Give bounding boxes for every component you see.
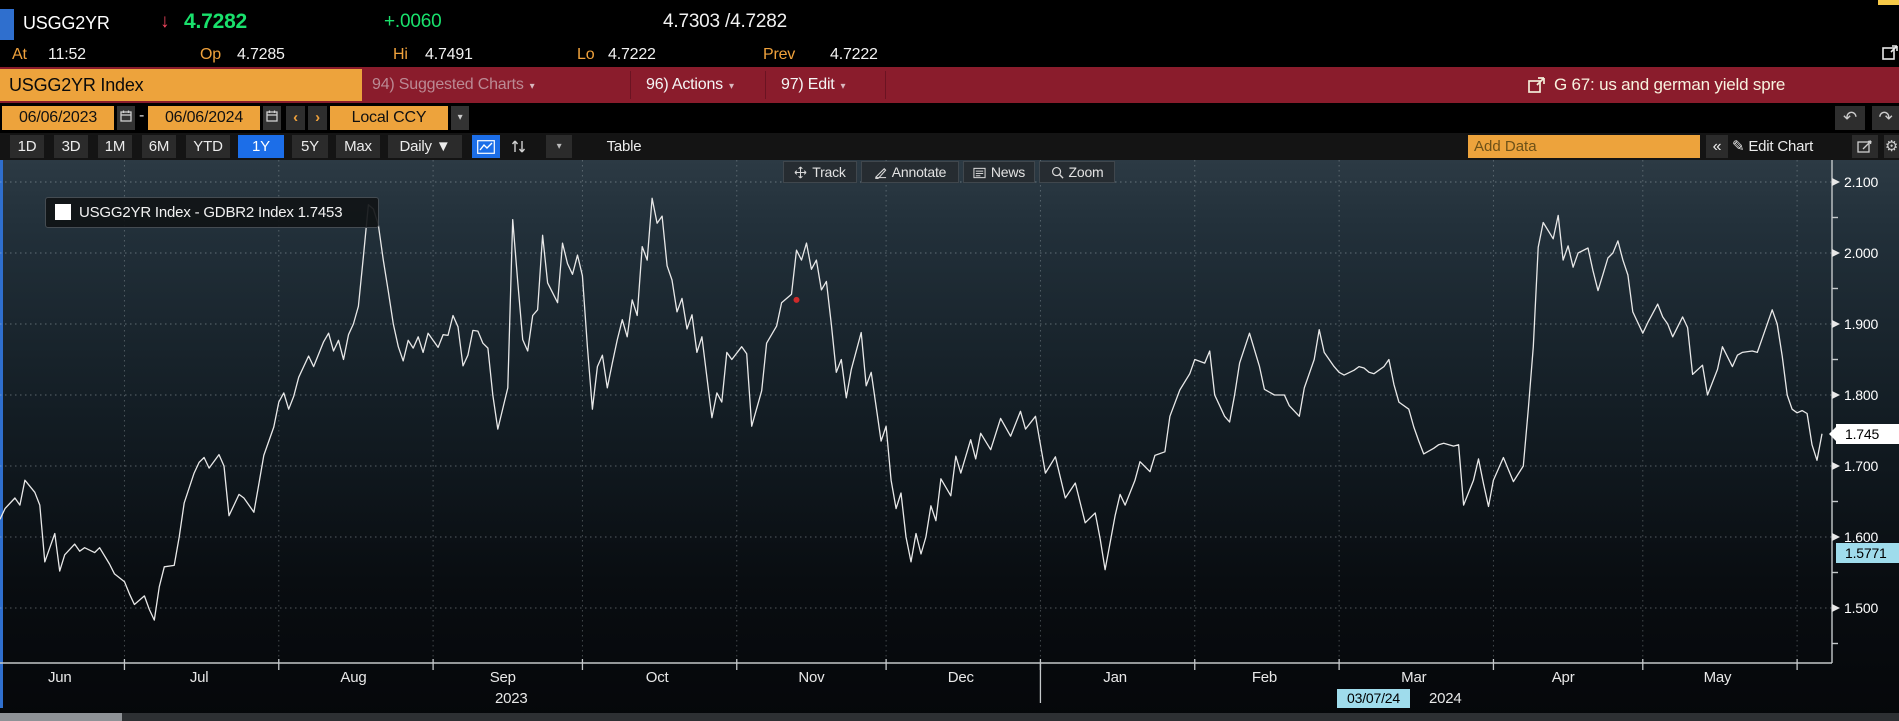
legend-label: USGG2YR Index - GDBR2 Index 1.7453 [79,204,343,221]
calendar-icon[interactable] [117,106,135,130]
open-value: 4.7285 [237,46,285,63]
ticker-symbol: USGG2YR [23,13,110,33]
chevron-down-icon: ▾ [529,81,535,92]
add-data-input[interactable] [1468,135,1700,158]
bars-icon[interactable] [506,135,532,158]
line-chart-icon[interactable] [472,135,500,158]
track-button[interactable]: Track [783,161,857,183]
hi-label: Hi [393,46,408,63]
menu-suggested-charts[interactable]: 94) Suggested Charts ▾ [372,67,535,103]
chart-plot-area[interactable] [0,160,1899,721]
menu-divider [765,71,766,99]
date-range-dash: - [139,107,145,124]
annotate-button[interactable]: Annotate [861,161,959,183]
pencil-icon: ✎ [1732,138,1745,155]
price-change: +.0060 [384,11,442,32]
highlighted-date-tag: 03/07/24 [1337,689,1410,708]
range-1d[interactable]: 1D [10,135,44,158]
chart-type-caret[interactable]: ▾ [546,135,572,158]
prev-value: 4.7222 [830,46,878,63]
date-to-input[interactable]: 06/06/2024 [148,106,260,130]
low-value: 4.7222 [608,46,656,63]
function-menu-bar: USGG2YR Index 94) Suggested Charts ▾ 96) … [0,67,1899,103]
high-value: 4.7491 [425,46,473,63]
table-button[interactable]: Table [598,135,650,158]
range-ytd[interactable]: YTD [186,135,230,158]
chevron-down-icon: ▾ [840,81,846,92]
date-controls-row: 06/06/2023 - 06/06/2024 ‹ › Local CCY ▾ … [0,103,1899,133]
range-6m[interactable]: 6M [142,135,176,158]
redo-icon[interactable]: ↷ [1872,106,1899,130]
bloomberg-terminal-window: USGG2YR ↓ 4.7282 +.0060 4.7303 /4.7282 A… [0,0,1899,721]
menu-divider [885,71,886,99]
quote-row: USGG2YR ↓ 4.7282 +.0060 4.7303 /4.7282 [0,0,1899,45]
security-input[interactable]: USGG2YR Index [0,69,362,101]
menu-actions[interactable]: 96) Actions ▾ [646,67,734,103]
chart-tab-title: G 67: us and german yield spre [1554,75,1786,94]
down-arrow-icon: ↓ [160,11,170,32]
prev-label: Prev [763,46,796,63]
news-button[interactable]: News [963,161,1035,183]
last-value-tag: 1.745 [1829,423,1899,444]
date-from-input[interactable]: 06/06/2023 [2,106,114,130]
at-time: 11:52 [48,46,86,63]
window-bottom-divider [0,713,1899,721]
ohlc-row: At 11:52 Op 4.7285 Hi 4.7491 Lo 4.7222 P… [0,45,1899,67]
plot-left-accent [0,160,3,708]
zoom-button[interactable]: Zoom [1039,161,1115,183]
security-color-key [0,9,14,40]
year-label-2024: 2024 [1429,690,1462,707]
last-price: 4.7282 [184,10,248,33]
currency-dropdown-caret[interactable]: ▾ [451,106,469,130]
undo-icon[interactable]: ↶ [1835,106,1865,130]
launch-icon[interactable] [1528,76,1546,99]
shift-back-button[interactable]: ‹ [286,106,305,130]
menu-edit[interactable]: 97) Edit ▾ [781,67,846,103]
currency-select[interactable]: Local CCY [330,106,448,130]
low-value-tag: 1.5771 [1836,543,1899,564]
calendar-icon[interactable] [263,106,281,130]
chart-toolbar-row: 1D 3D 1M 6M YTD 1Y 5Y Max Daily ▼ ▾ Tabl… [0,133,1899,160]
at-label: At [12,46,27,63]
popout-icon[interactable] [1882,44,1899,66]
menu-divider [630,71,631,99]
period-select[interactable]: Daily ▼ [388,135,462,158]
gear-icon[interactable]: ⚙ [1884,135,1899,158]
range-5y[interactable]: 5Y [292,135,328,158]
year-label-2023: 2023 [495,690,528,707]
op-label: Op [200,46,221,63]
legend-swatch [55,204,71,220]
lo-label: Lo [577,46,595,63]
range-1m[interactable]: 1M [98,135,132,158]
window-bottom-divider-handle[interactable] [0,713,122,721]
range-1y-active[interactable]: 1Y [238,135,284,158]
chevron-down-icon: ▾ [728,81,734,92]
range-3d[interactable]: 3D [54,135,88,158]
range-max[interactable]: Max [336,135,380,158]
chart-legend[interactable]: USGG2YR Index - GDBR2 Index 1.7453 [45,197,379,228]
window-accent [1878,0,1899,5]
shift-forward-button[interactable]: › [308,106,327,130]
bid-ask: 4.7303 /4.7282 [663,11,787,32]
edit-chart-button[interactable]: ✎ Edit Chart [1732,135,1845,158]
collapse-panel-button[interactable]: « [1706,135,1728,158]
chart-settings-icon[interactable] [1852,135,1878,158]
